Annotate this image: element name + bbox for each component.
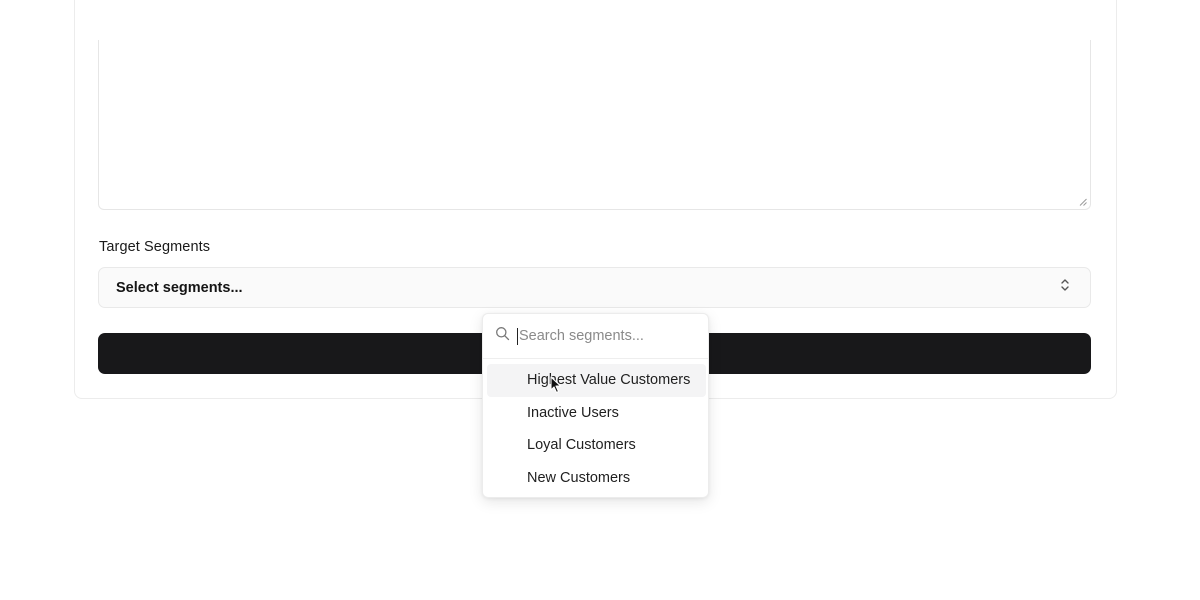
resize-handle-icon[interactable] bbox=[1079, 198, 1087, 206]
text-caret bbox=[517, 327, 518, 345]
select-value: Select segments... bbox=[116, 279, 243, 296]
search-icon bbox=[495, 326, 517, 346]
dropdown-search-row bbox=[483, 314, 708, 359]
segment-search-input[interactable] bbox=[519, 328, 699, 344]
segment-option[interactable]: Loyal Customers bbox=[487, 429, 706, 462]
target-segments-label: Target Segments bbox=[99, 239, 211, 255]
target-segments-select[interactable]: Select segments... bbox=[98, 267, 1091, 308]
segment-options-list: Highest Value Customers Inactive Users L… bbox=[487, 364, 706, 494]
chevrons-up-down-icon bbox=[1058, 277, 1072, 298]
description-textarea[interactable] bbox=[98, 40, 1091, 210]
segment-option[interactable]: Highest Value Customers bbox=[487, 364, 706, 397]
segments-dropdown: Highest Value Customers Inactive Users L… bbox=[482, 313, 709, 498]
segment-option[interactable]: Inactive Users bbox=[487, 397, 706, 430]
segment-option[interactable]: New Customers bbox=[487, 462, 706, 495]
